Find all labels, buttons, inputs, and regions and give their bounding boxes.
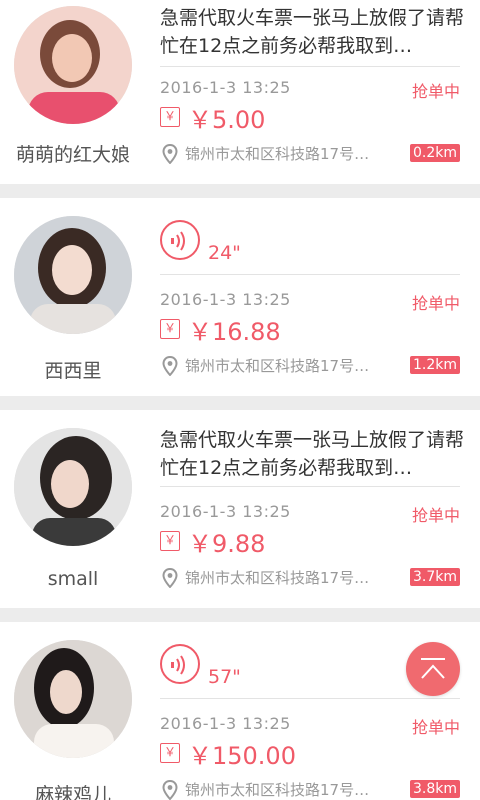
status-badge: 抢单中 bbox=[411, 82, 460, 101]
location-row: 锦州市太和区科技路17号… 1.2km bbox=[160, 354, 460, 378]
chevron-up-icon bbox=[421, 658, 445, 679]
avatar-photo bbox=[14, 428, 132, 546]
scroll-top-button[interactable] bbox=[406, 642, 460, 696]
divider bbox=[160, 698, 460, 699]
order-description: 急需代取火车票一张马上放假了请帮忙在12点之前务必帮我取到… bbox=[160, 429, 465, 479]
avatar[interactable] bbox=[14, 640, 132, 758]
avatar[interactable] bbox=[14, 6, 132, 124]
order-time: 2016-1-3 13:25 bbox=[160, 714, 291, 733]
user-name: small bbox=[47, 568, 99, 590]
location-pin-icon bbox=[162, 144, 178, 164]
order-address: 锦州市太和区科技路17号… bbox=[185, 781, 370, 799]
voice-duration: 24" bbox=[208, 242, 241, 264]
distance-badge: 0.2km bbox=[409, 144, 460, 162]
order-card-4[interactable]: 麻辣鸡儿 57" 2016-1-3 13:25 抢单中 ￥ ￥150.00 锦州… bbox=[0, 622, 480, 800]
order-price: ￥9.88 bbox=[188, 530, 266, 558]
divider bbox=[160, 274, 460, 275]
avatar-photo bbox=[14, 216, 132, 334]
avatar-photo bbox=[14, 640, 132, 758]
money-packet-icon: ￥ bbox=[160, 743, 180, 763]
order-time: 2016-1-3 13:25 bbox=[160, 502, 291, 521]
status-badge: 抢单中 bbox=[411, 718, 460, 737]
order-card-3[interactable]: small 急需代取火车票一张马上放假了请帮忙在12点之前务必帮我取到… 201… bbox=[0, 410, 480, 608]
divider bbox=[160, 486, 460, 487]
location-row: 锦州市太和区科技路17号… 3.8km bbox=[160, 778, 460, 800]
user-name: 西西里 bbox=[44, 360, 102, 382]
user-name: 萌萌的红大娘 bbox=[15, 144, 130, 166]
location-row: 锦州市太和区科技路17号… 0.2km bbox=[160, 142, 460, 166]
order-price: ￥16.88 bbox=[188, 318, 281, 346]
order-card-2[interactable]: 西西里 24" 2016-1-3 13:25 抢单中 ￥ ￥16.88 锦州市太… bbox=[0, 198, 480, 396]
status-badge: 抢单中 bbox=[411, 294, 460, 313]
distance-badge: 3.8km bbox=[409, 780, 460, 798]
avatar[interactable] bbox=[14, 428, 132, 546]
order-address: 锦州市太和区科技路17号… bbox=[185, 357, 370, 375]
avatar[interactable] bbox=[14, 216, 132, 334]
money-packet-icon: ￥ bbox=[160, 107, 180, 127]
order-address: 锦州市太和区科技路17号… bbox=[185, 145, 370, 163]
location-row: 锦州市太和区科技路17号… 3.7km bbox=[160, 566, 460, 590]
voice-wave-icon[interactable] bbox=[160, 220, 200, 260]
money-packet-icon: ￥ bbox=[160, 531, 180, 551]
order-price: ￥150.00 bbox=[188, 742, 296, 770]
order-time: 2016-1-3 13:25 bbox=[160, 78, 291, 97]
order-description: 急需代取火车票一张马上放假了请帮忙在12点之前务必帮我取到… bbox=[160, 7, 465, 57]
location-pin-icon bbox=[162, 568, 178, 588]
location-pin-icon bbox=[162, 356, 178, 376]
location-pin-icon bbox=[162, 780, 178, 800]
divider bbox=[160, 66, 460, 67]
user-name: 麻辣鸡儿 bbox=[34, 784, 111, 800]
order-card-1[interactable]: 萌萌的红大娘 急需代取火车票一张马上放假了请帮忙在12点之前务必帮我取到… 20… bbox=[0, 0, 480, 184]
avatar-photo bbox=[14, 6, 132, 124]
status-badge: 抢单中 bbox=[411, 506, 460, 525]
order-time: 2016-1-3 13:25 bbox=[160, 290, 291, 309]
distance-badge: 1.2km bbox=[409, 356, 460, 374]
order-address: 锦州市太和区科技路17号… bbox=[185, 569, 370, 587]
voice-duration: 57" bbox=[208, 666, 241, 688]
money-packet-icon: ￥ bbox=[160, 319, 180, 339]
voice-wave-icon[interactable] bbox=[160, 644, 200, 684]
order-price: ￥5.00 bbox=[188, 106, 266, 134]
distance-badge: 3.7km bbox=[409, 568, 460, 586]
